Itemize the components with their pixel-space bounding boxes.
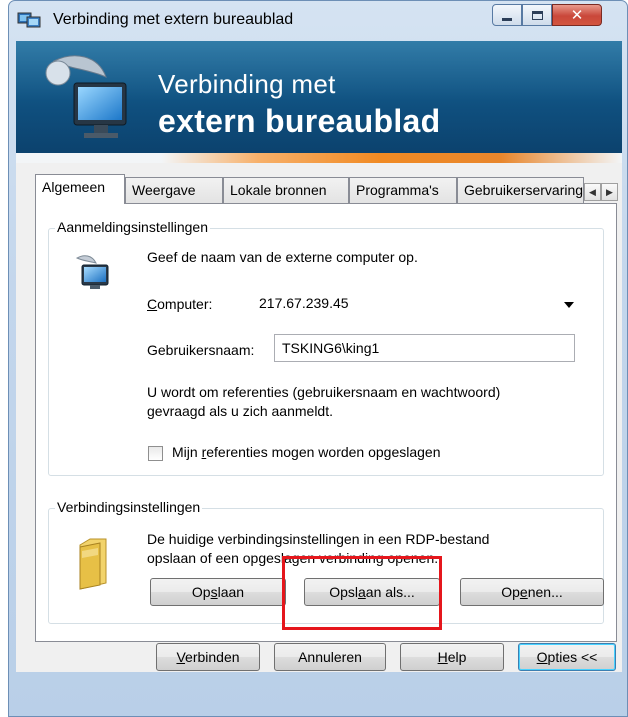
save-button[interactable]: Opslaan [150,578,286,606]
help-button[interactable]: Help [400,643,504,671]
connect-button[interactable]: Verbinden [156,643,260,671]
tab-gebruikerservaring[interactable]: Gebruikerservaring [457,177,584,203]
connection-description-line1: De huidige verbindingsinstellingen in ee… [147,531,490,547]
banner: Verbinding met extern bureaublad [16,41,622,163]
remote-desktop-icon [40,47,144,147]
tab-algemeen[interactable]: Algemeen [35,174,125,204]
banner-accent-stripe [16,153,622,163]
computer-value: 217.67.239.45 [259,295,349,311]
remote-desktop-icon [17,11,41,29]
username-field[interactable]: TSKING6\king1 [274,334,575,362]
username-label: Gebruikersnaam: [147,342,255,358]
tab-scroller: ◀ ▶ [584,183,618,201]
tab-weergave[interactable]: Weergave [125,177,223,203]
tab-lokale-bronnen[interactable]: Lokale bronnen [223,177,349,203]
close-button[interactable]: ✕ [552,4,602,26]
connection-settings-legend: Verbindingsinstellingen [55,499,203,515]
minimize-button[interactable] [492,4,522,26]
login-description: Geef de naam van de externe computer op. [147,249,418,265]
computer-monitor-icon [72,253,112,293]
minimize-icon [502,17,512,21]
computer-label: Computer: [147,296,213,312]
credentials-info-line2: gevraagd als u zich aanmeldt. [147,403,333,419]
cancel-button[interactable]: Annuleren [274,643,386,671]
chevron-down-icon[interactable] [564,302,574,308]
tab-label: Weergave [132,182,196,198]
computer-combobox[interactable]: 217.67.239.45 [251,289,583,317]
tab-label: Algemeen [42,179,106,195]
tab-label: Programma's [356,182,439,198]
scroll-left-icon[interactable]: ◀ [584,183,601,201]
login-settings-legend: Aanmeldingsinstellingen [55,219,210,235]
save-credentials-checkbox[interactable] [148,446,163,461]
tab-label: Lokale bronnen [230,182,327,198]
title-bar[interactable]: Verbinding met extern bureaublad ✕ [9,1,628,41]
highlight-annotation [282,556,442,630]
maximize-icon [531,10,543,20]
maximize-button[interactable] [522,4,552,26]
username-value: TSKING6\king1 [282,340,380,356]
scroll-right-icon[interactable]: ▶ [601,183,618,201]
open-button[interactable]: Openen... [460,578,604,606]
banner-title-line2: extern bureaublad [158,103,441,139]
folder-icon [76,537,110,591]
credentials-info-line1: U wordt om referenties (gebruikersnaam e… [147,384,501,400]
options-button[interactable]: Opties << [518,643,616,671]
close-icon: ✕ [570,6,584,24]
save-credentials-label[interactable]: Mijn referenties mogen worden opgeslagen [172,444,441,460]
banner-title-line1: Verbinding met [158,69,336,99]
tab-label: Gebruikerservaring [464,182,584,198]
tab-programmas[interactable]: Programma's [349,177,457,203]
window-title: Verbinding met extern bureaublad [53,11,294,28]
